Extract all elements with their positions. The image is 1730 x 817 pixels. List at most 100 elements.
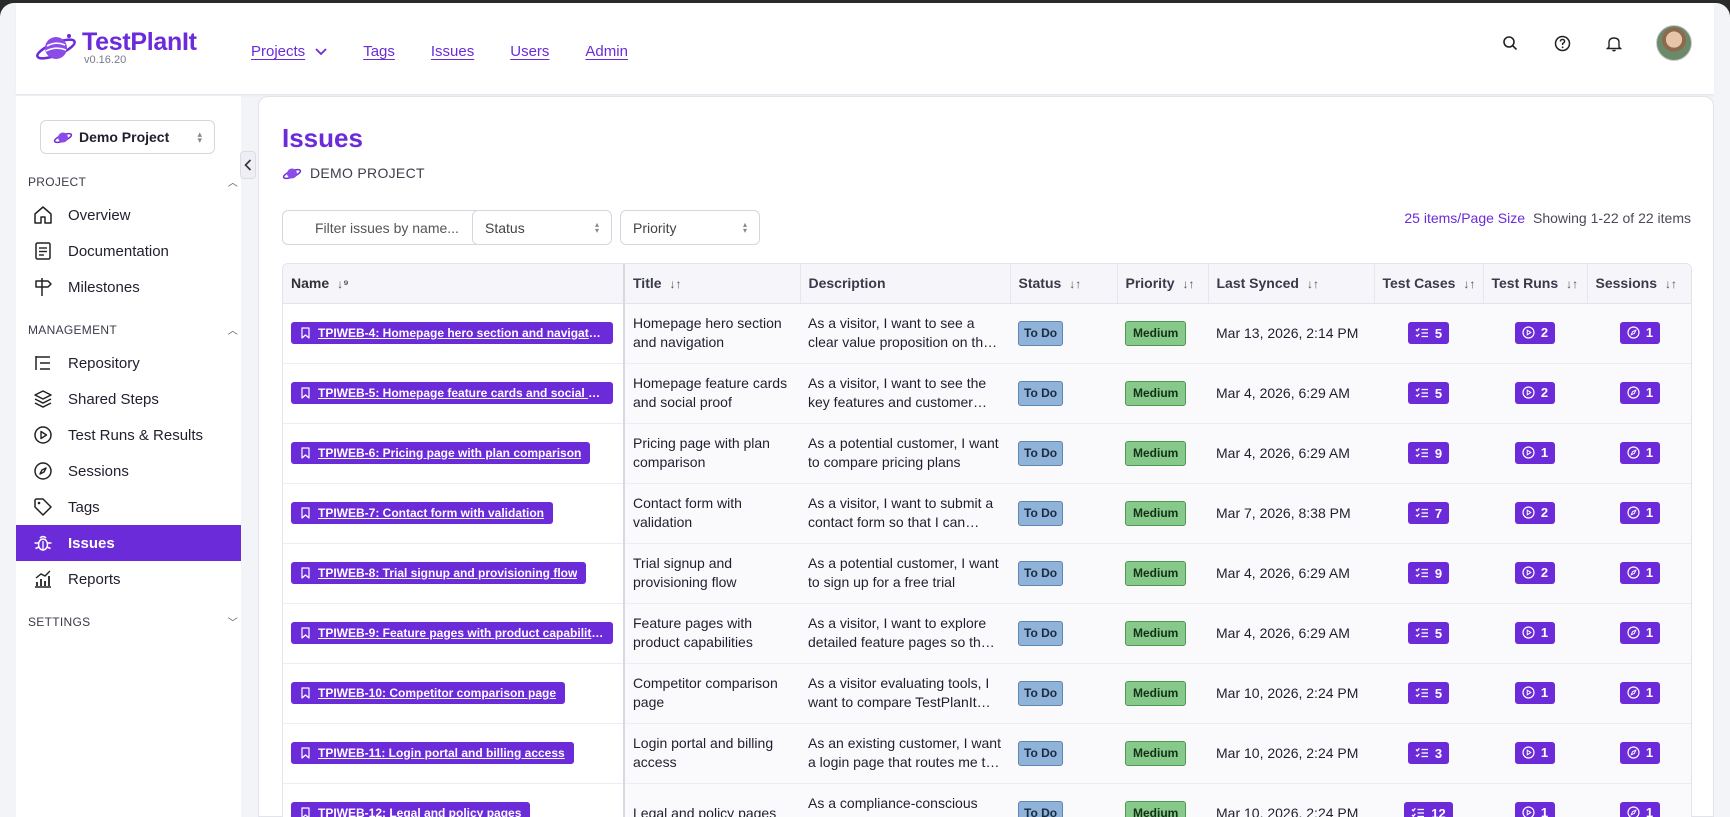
issue-name: TPIWEB-8: Trial signup and provisioning … — [318, 565, 578, 580]
page-size-selector[interactable]: 25 items/Page Size — [1404, 210, 1525, 226]
test-runs-cell: 1 — [1483, 783, 1587, 817]
nav-projects[interactable]: Projects — [251, 43, 327, 60]
test-runs-count-badge[interactable]: 2 — [1514, 561, 1556, 584]
test-cases-count-badge[interactable]: 3 — [1407, 742, 1450, 764]
issue-link[interactable]: TPIWEB-10: Competitor comparison page — [291, 682, 566, 704]
sidebar-item-tags[interactable]: Tags — [16, 489, 241, 525]
issue-link[interactable]: TPIWEB-11: Login portal and billing acce… — [291, 742, 574, 764]
table-row[interactable]: TPIWEB-11: Login portal and billing acce… — [283, 723, 1691, 784]
test-cases-count-badge[interactable]: 5 — [1407, 382, 1450, 404]
sessions-count-badge[interactable]: 1 — [1619, 801, 1661, 817]
sidebar-item-milestones[interactable]: Milestones — [16, 269, 241, 305]
project-selector[interactable]: Demo Project ▴ ▾ — [40, 120, 215, 154]
priority-badge: Medium — [1125, 320, 1187, 346]
sessions-count-badge[interactable]: 1 — [1619, 441, 1661, 464]
sidebar-item-label: Test Runs & Results — [68, 426, 204, 444]
title-cell: Login portal and billing access — [624, 723, 800, 784]
app-logo[interactable]: TestPlanIt v0.16.20 — [34, 29, 197, 67]
column-header-title[interactable]: Title ↓↑ — [624, 264, 801, 304]
test-cases-count-badge[interactable]: 5 — [1407, 622, 1450, 644]
sidebar-collapse-button[interactable] — [240, 151, 256, 179]
test-runs-count-badge[interactable]: 1 — [1514, 681, 1556, 704]
sort-icon: ↓↑ — [669, 277, 682, 292]
column-header-priority[interactable]: Priority ↓↑ — [1117, 264, 1209, 304]
test-cases-count-badge[interactable]: 9 — [1407, 442, 1450, 464]
priority-badge: Medium — [1125, 620, 1187, 646]
issue-link[interactable]: TPIWEB-4: Homepage hero section and navi… — [291, 322, 613, 344]
section-settings[interactable]: SETTINGS ﹀ — [28, 614, 238, 630]
status-filter-dropdown[interactable]: Status ▴ ▾ — [472, 210, 612, 245]
compass-icon — [1627, 686, 1640, 699]
section-project[interactable]: PROJECT ︿ — [28, 174, 238, 190]
sidebar-item-repository[interactable]: Repository — [16, 345, 241, 381]
sidebar-item-overview[interactable]: Overview — [16, 197, 241, 233]
test-runs-count-badge[interactable]: 1 — [1514, 801, 1556, 817]
table-row[interactable]: TPIWEB-4: Homepage hero section and navi… — [283, 303, 1691, 364]
table-row[interactable]: TPIWEB-12: Legal and policy pages Legal … — [283, 783, 1691, 817]
search-icon[interactable] — [1500, 33, 1520, 53]
section-management[interactable]: MANAGEMENT ︿ — [28, 322, 238, 338]
column-header-sessions[interactable]: Sessions ↓↑ — [1587, 264, 1691, 304]
priority-filter-dropdown[interactable]: Priority ▴ ▾ — [620, 210, 760, 245]
issue-filter-input[interactable] — [282, 210, 484, 245]
planet-icon — [53, 132, 73, 144]
table-row[interactable]: TPIWEB-5: Homepage feature cards and soc… — [283, 363, 1691, 424]
table-row[interactable]: TPIWEB-6: Pricing page with plan compari… — [283, 423, 1691, 484]
planet-logo-icon — [36, 34, 76, 60]
sidebar-item-issues[interactable]: Issues — [16, 525, 241, 561]
test-cases-count-badge[interactable]: 12 — [1404, 802, 1453, 817]
status-badge: To Do — [1018, 560, 1064, 586]
test-runs-count-badge[interactable]: 1 — [1514, 441, 1556, 464]
test-runs-count-badge[interactable]: 2 — [1514, 501, 1556, 524]
issue-link[interactable]: TPIWEB-5: Homepage feature cards and soc… — [291, 382, 613, 404]
sidebar-item-sessions[interactable]: Sessions — [16, 453, 241, 489]
test-runs-count-badge[interactable]: 1 — [1514, 741, 1556, 764]
sidebar-item-test-runs[interactable]: Test Runs & Results — [16, 417, 241, 453]
test-runs-count-badge[interactable]: 1 — [1514, 621, 1556, 644]
issue-link[interactable]: TPIWEB-7: Contact form with validation — [291, 502, 554, 524]
column-header-test-runs[interactable]: Test Runs ↓↑ — [1483, 264, 1588, 304]
sidebar-item-reports[interactable]: Reports — [16, 561, 241, 597]
nav-issues[interactable]: Issues — [431, 43, 474, 60]
sessions-count-badge[interactable]: 1 — [1619, 501, 1661, 524]
column-name-label: Name — [291, 275, 330, 292]
sessions-count-badge[interactable]: 1 — [1619, 321, 1661, 344]
bell-icon[interactable] — [1604, 33, 1624, 53]
list-checks-icon — [1415, 507, 1428, 518]
test-cases-count-badge[interactable]: 9 — [1407, 562, 1450, 584]
issue-link[interactable]: TPIWEB-9: Feature pages with product cap… — [291, 622, 613, 644]
table-row[interactable]: TPIWEB-9: Feature pages with product cap… — [283, 603, 1691, 664]
sessions-count-badge[interactable]: 1 — [1619, 681, 1661, 704]
sessions-count-badge[interactable]: 1 — [1619, 621, 1661, 644]
column-header-last-synced[interactable]: Last Synced ↓↑ — [1208, 264, 1375, 304]
nav-admin[interactable]: Admin — [585, 43, 628, 60]
issue-link[interactable]: TPIWEB-8: Trial signup and provisioning … — [291, 562, 587, 584]
nav-users[interactable]: Users — [510, 43, 549, 60]
status-badge: To Do — [1018, 740, 1064, 766]
nav-tags[interactable]: Tags — [363, 43, 395, 60]
test-cases-count-badge[interactable]: 5 — [1407, 682, 1450, 704]
issue-link[interactable]: TPIWEB-6: Pricing page with plan compari… — [291, 442, 591, 464]
test-cases-count-badge[interactable]: 7 — [1407, 502, 1450, 524]
sessions-count-badge[interactable]: 1 — [1619, 381, 1661, 404]
issue-description: As a visitor, I want to see a clear valu… — [808, 315, 991, 350]
test-runs-count-badge[interactable]: 2 — [1514, 381, 1556, 404]
sessions-count-badge[interactable]: 1 — [1619, 741, 1661, 764]
column-header-name[interactable]: Name ↓⁹ — [283, 264, 625, 304]
table-row[interactable]: TPIWEB-7: Contact form with validation C… — [283, 483, 1691, 544]
test-cases-count-badge[interactable]: 5 — [1407, 322, 1450, 344]
sidebar-item-documentation[interactable]: Documentation — [16, 233, 241, 269]
test-runs-count-badge[interactable]: 2 — [1514, 321, 1556, 344]
table-row[interactable]: TPIWEB-10: Competitor comparison page Co… — [283, 663, 1691, 724]
table-row[interactable]: TPIWEB-8: Trial signup and provisioning … — [283, 543, 1691, 604]
sidebar-item-label: Documentation — [68, 242, 169, 260]
home-icon — [32, 204, 54, 226]
priority-badge: Medium — [1125, 560, 1187, 586]
sidebar-item-shared-steps[interactable]: Shared Steps — [16, 381, 241, 417]
sessions-count-badge[interactable]: 1 — [1619, 561, 1661, 584]
issue-link[interactable]: TPIWEB-12: Legal and policy pages — [291, 802, 531, 817]
column-header-test-cases[interactable]: Test Cases ↓↑ — [1374, 264, 1484, 304]
column-header-status[interactable]: Status ↓↑ — [1010, 264, 1118, 304]
help-icon[interactable] — [1552, 33, 1572, 53]
user-avatar[interactable] — [1656, 25, 1692, 61]
